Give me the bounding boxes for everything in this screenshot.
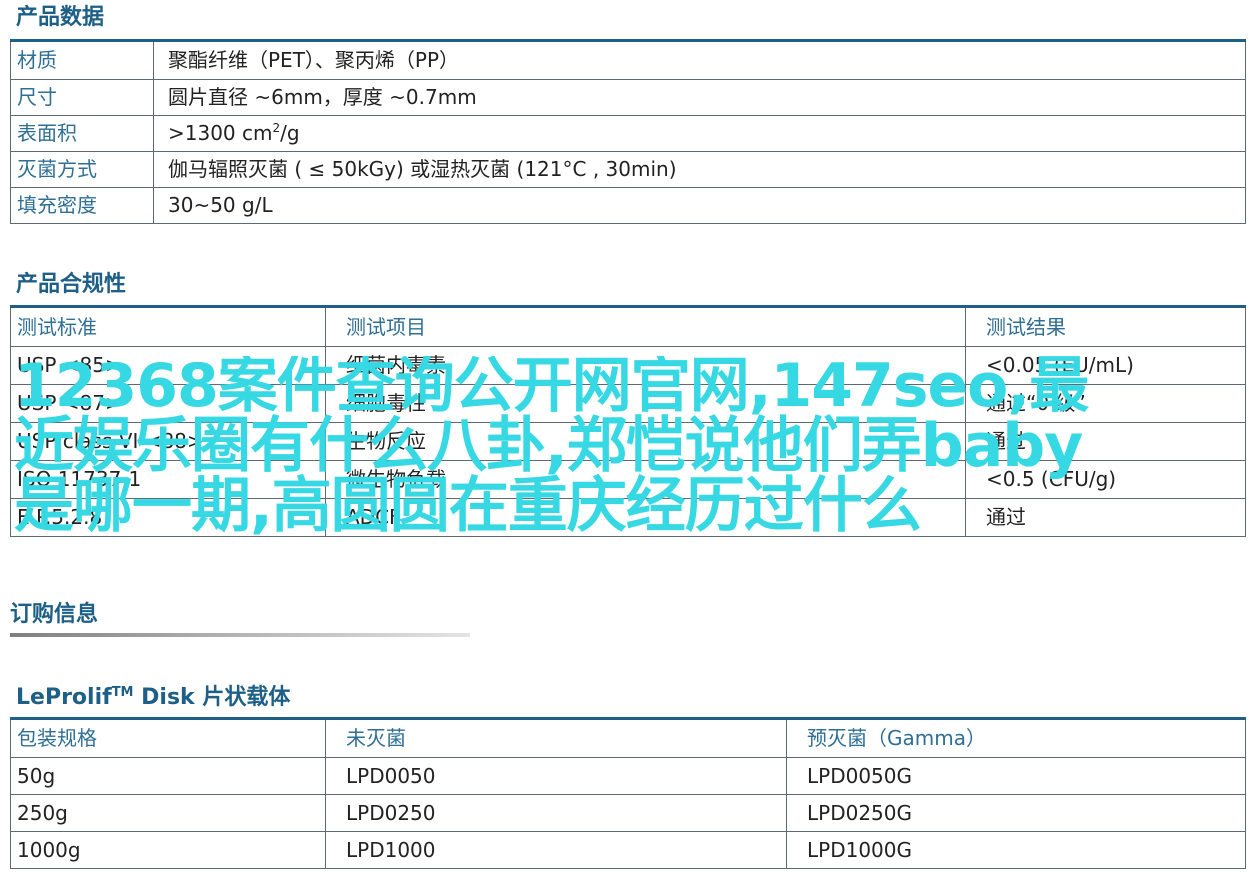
- row-label: 尺寸: [10, 78, 154, 116]
- table-cell: 50g: [10, 756, 326, 795]
- table-cell: E.P.5.2.8: [10, 497, 326, 537]
- table-row: USP <85> 细菌内毒素 <0.05 (EU/mL): [10, 345, 1246, 385]
- table-cell: LPD1000: [325, 830, 787, 869]
- table-row: ISO 11737-1 微生物负载 <0.5 (CFU/g): [10, 459, 1246, 499]
- column-header: 测试项目: [325, 308, 966, 347]
- table-row: 1000g LPD1000 LPD1000G: [10, 830, 1246, 869]
- table-cell: LPD1000G: [786, 830, 1246, 869]
- row-label: 材质: [10, 42, 154, 80]
- table-row: 尺寸 圆片直径 ~6mm，厚度 ~0.7mm: [10, 78, 1246, 116]
- value-superscript: 2: [272, 121, 281, 135]
- table-cell: USP <87>: [10, 383, 326, 423]
- row-label: 灭菌方式: [10, 150, 154, 188]
- table-cell: LPD0050G: [786, 756, 1246, 795]
- trademark-superscript: TM: [111, 685, 134, 700]
- section-title-ordering: 订购信息: [10, 602, 99, 627]
- table-cell: 通过: [965, 497, 1246, 537]
- table-cell: 1000g: [10, 830, 326, 869]
- table-cell: USP class VI <88>: [10, 421, 326, 461]
- table-cell: 细菌内毒素: [325, 345, 966, 385]
- table-cell: LPD0250G: [786, 793, 1246, 832]
- table-row: 填充密度 30~50 g/L: [10, 186, 1246, 224]
- value-suffix: /g: [280, 121, 300, 145]
- table-cell: 通过: [965, 421, 1246, 461]
- table-row: 灭菌方式 伽马辐照灭菌 ( ≤ 50kGy) 或湿热灭菌 (121°C , 30…: [10, 150, 1246, 188]
- column-header: 测试标准: [10, 308, 326, 347]
- product-title-suffix: Disk 片状载体: [133, 685, 291, 710]
- table-cell: 通过“0 级”: [965, 383, 1246, 423]
- product-title-prefix: LeProlif: [16, 685, 112, 710]
- compliance-table: 测试标准 测试项目 测试结果 USP <85> 细菌内毒素 <0.05 (EU/…: [10, 305, 1246, 537]
- table-cell: 微生物负载: [325, 459, 966, 499]
- table-cell: ADCF: [325, 497, 966, 537]
- column-header: 包装规格: [10, 720, 326, 758]
- row-value: 圆片直径 ~6mm，厚度 ~0.7mm: [153, 78, 1246, 116]
- section-title-product-data: 产品数据: [16, 5, 105, 30]
- value-prefix: >1300 cm: [168, 121, 273, 145]
- table-cell: LPD0250: [325, 793, 787, 832]
- row-value: 30~50 g/L: [153, 186, 1246, 224]
- table-cell: <0.05 (EU/mL): [965, 345, 1246, 385]
- table-header-row: 包装规格 未灭菌 预灭菌（Gamma）: [10, 720, 1246, 758]
- table-row: 表面积 >1300 cm2/g: [10, 114, 1246, 152]
- table-cell: USP <85>: [10, 345, 326, 385]
- column-header: 预灭菌（Gamma）: [786, 720, 1246, 758]
- table-cell: 生物反应: [325, 421, 966, 461]
- table-cell: 细胞毒性: [325, 383, 966, 423]
- table-cell: 250g: [10, 793, 326, 832]
- table-cell: <0.5 (CFU/g): [965, 459, 1246, 499]
- table-header-row: 测试标准 测试项目 测试结果: [10, 308, 1246, 347]
- table-row: 材质 聚酯纤维（PET）、聚丙烯（PP）: [10, 42, 1246, 80]
- row-value: 聚酯纤维（PET）、聚丙烯（PP）: [153, 42, 1246, 80]
- table-row: 250g LPD0250 LPD0250G: [10, 793, 1246, 832]
- table-row: E.P.5.2.8 ADCF 通过: [10, 497, 1246, 537]
- column-header: 未灭菌: [325, 720, 787, 758]
- ordering-table: 包装规格 未灭菌 预灭菌（Gamma） 50g LPD0050 LPD0050G…: [10, 717, 1246, 869]
- row-value: >1300 cm2/g: [153, 114, 1246, 152]
- product-data-table: 材质 聚酯纤维（PET）、聚丙烯（PP） 尺寸 圆片直径 ~6mm，厚度 ~0.…: [10, 39, 1246, 224]
- section-title-compliance: 产品合规性: [16, 272, 127, 297]
- product-title: LeProlifTM Disk 片状载体: [16, 684, 290, 712]
- table-cell: ISO 11737-1: [10, 459, 326, 499]
- column-header: 测试结果: [965, 308, 1246, 347]
- row-value: 伽马辐照灭菌 ( ≤ 50kGy) 或湿热灭菌 (121°C , 30min): [153, 150, 1246, 188]
- row-label: 表面积: [10, 114, 154, 152]
- row-label: 填充密度: [10, 186, 154, 224]
- table-cell: LPD0050: [325, 756, 787, 795]
- table-row: 50g LPD0050 LPD0050G: [10, 756, 1246, 795]
- table-row: USP class VI <88> 生物反应 通过: [10, 421, 1246, 461]
- table-row: USP <87> 细胞毒性 通过“0 级”: [10, 383, 1246, 423]
- section-divider: [10, 633, 470, 637]
